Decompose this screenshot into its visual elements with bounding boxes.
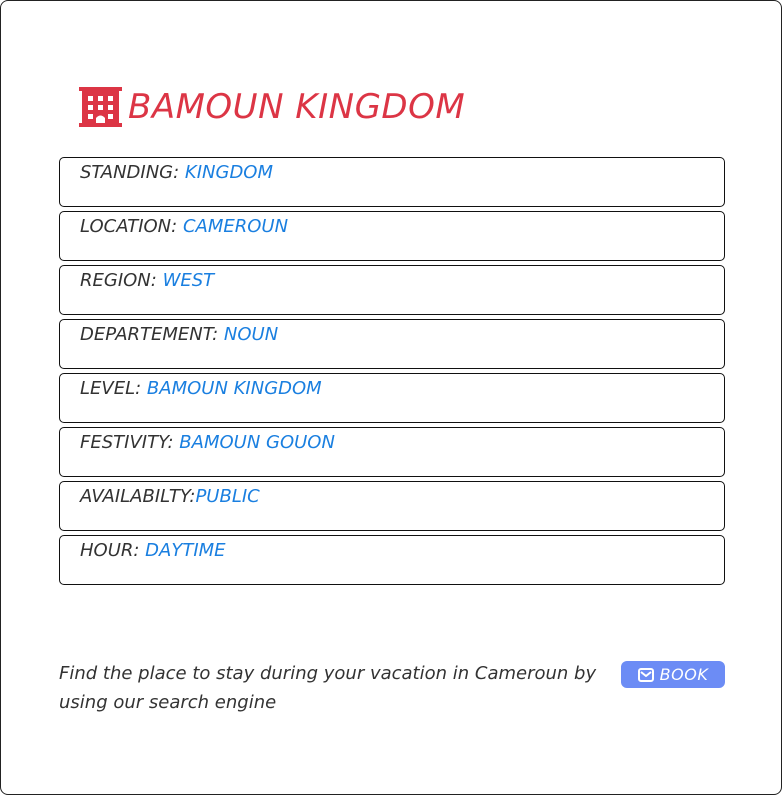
detail-value: WEST — [162, 270, 215, 291]
detail-row-festivity: FESTIVITY: BAMOUN GOUON — [59, 427, 725, 477]
detail-label: HOUR: — [80, 540, 146, 561]
detail-row-availability: AVAILABILTY:PUBLIC — [59, 481, 725, 531]
detail-row-departement: DEPARTEMENT: NOUN — [59, 319, 725, 369]
detail-row-location: LOCATION: CAMEROUN — [59, 211, 725, 261]
detail-row-standing: STANDING: KINGDOM — [59, 157, 725, 207]
detail-row-region: REGION: WEST — [59, 265, 725, 315]
book-button[interactable]: BOOK — [621, 661, 725, 688]
detail-value: NOUN — [223, 324, 279, 345]
detail-value: KINGDOM — [184, 162, 274, 183]
detail-label: AVAILABILTY: — [80, 486, 196, 507]
detail-label: STANDING: — [80, 162, 185, 183]
detail-label: LOCATION: — [80, 216, 183, 237]
page-title: BAMOUN KINGDOM — [79, 87, 465, 127]
page-title-text: BAMOUN KINGDOM — [128, 87, 466, 127]
detail-value: DAYTIME — [145, 540, 226, 561]
detail-value: PUBLIC — [195, 486, 260, 507]
search-engine-text: Find the place to stay during your vacat… — [59, 663, 597, 713]
envelope-icon — [637, 667, 654, 682]
detail-row-level: LEVEL: BAMOUN KINGDOM — [59, 373, 725, 423]
detail-value: BAMOUN GOUON — [179, 432, 335, 453]
detail-value: BAMOUN KINGDOM — [146, 378, 322, 399]
building-icon — [79, 87, 122, 127]
place-card: BAMOUN KINGDOM STANDING: KINGDOM LOCATIO… — [0, 0, 782, 795]
detail-label: LEVEL: — [80, 378, 147, 399]
detail-value: CAMEROUN — [182, 216, 289, 237]
detail-label: REGION: — [80, 270, 163, 291]
details-list: STANDING: KINGDOM LOCATION: CAMEROUN REG… — [59, 157, 725, 589]
book-button-label: BOOK — [659, 665, 709, 684]
detail-label: FESTIVITY: — [80, 432, 180, 453]
detail-label: DEPARTEMENT: — [80, 324, 224, 345]
detail-row-hour: HOUR: DAYTIME — [59, 535, 725, 585]
